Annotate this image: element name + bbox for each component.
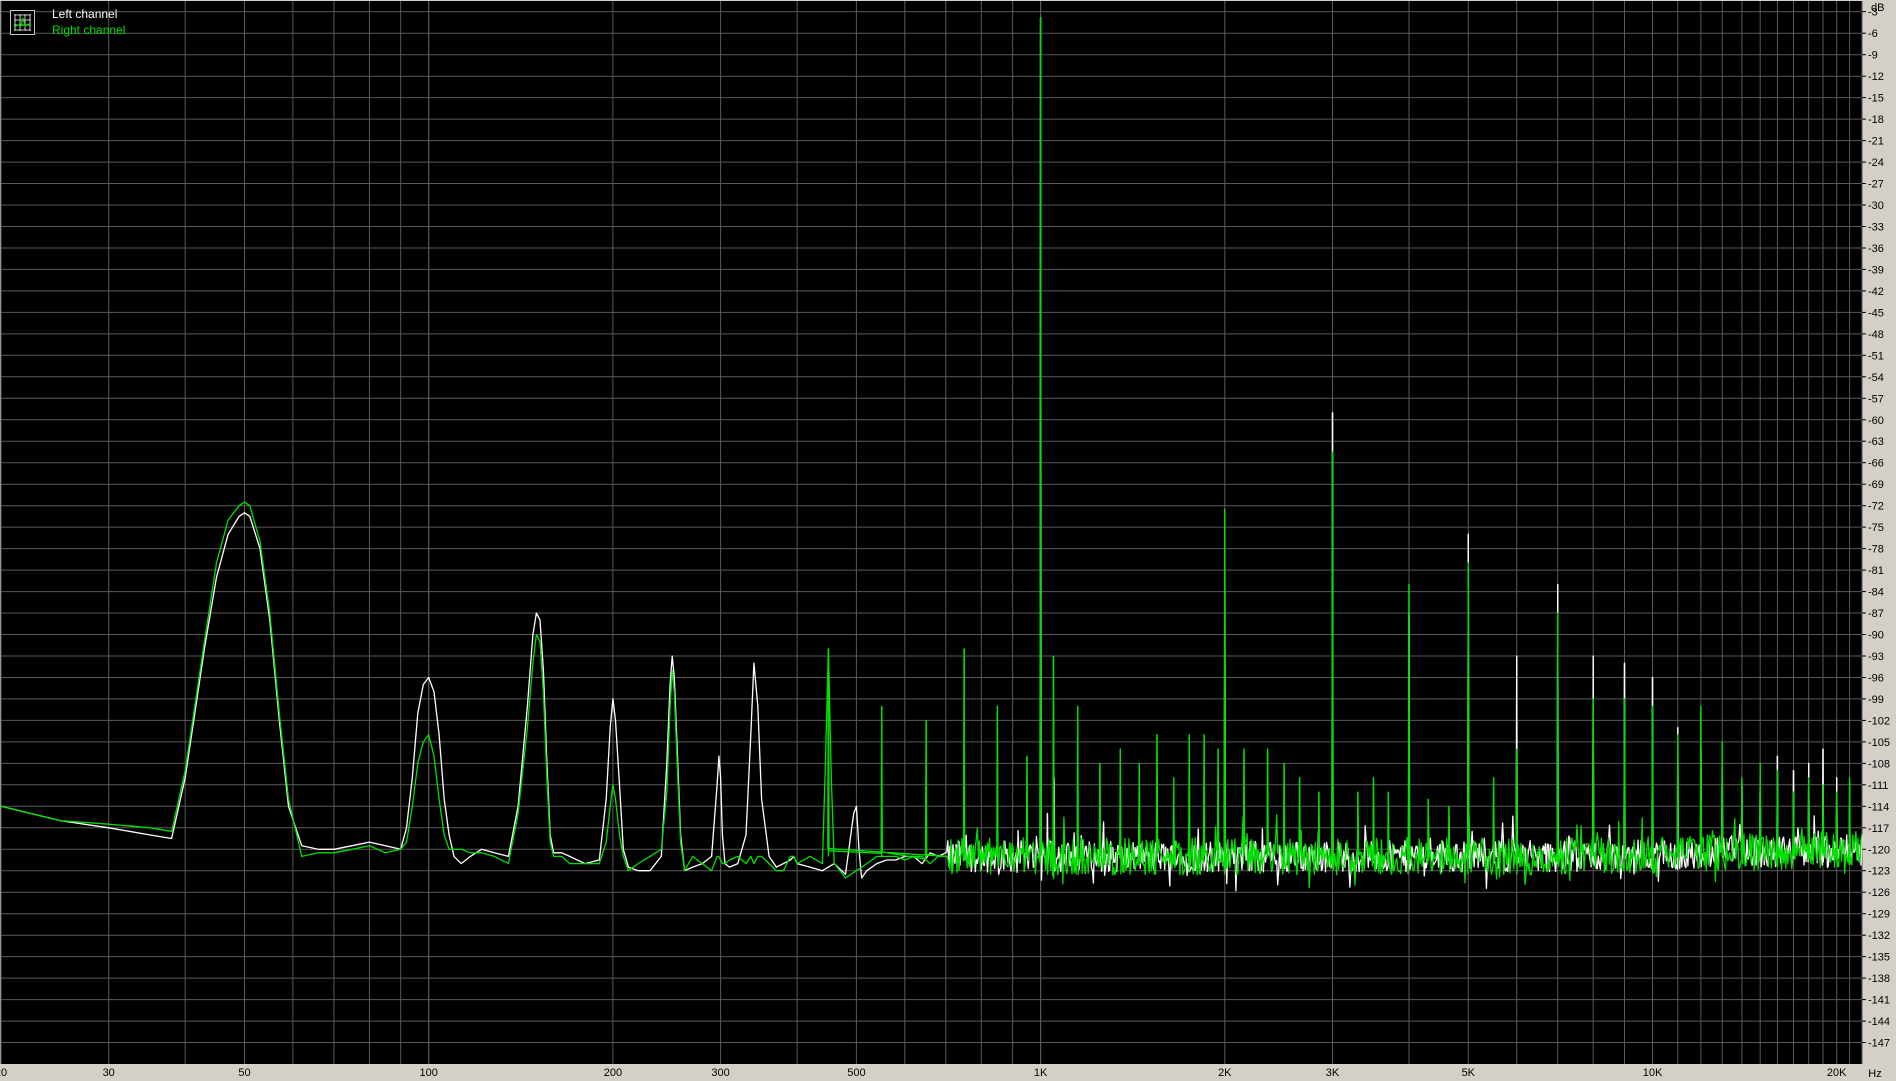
y-tick-label: -96 [1868, 673, 1884, 685]
y-tick-label: -114 [1868, 801, 1889, 813]
y-tick-label: -93 [1868, 651, 1884, 663]
y-tick-label: -81 [1868, 565, 1884, 577]
legend-entry-right-channel: Right channel [52, 23, 125, 37]
y-tick-label: -63 [1868, 436, 1884, 448]
y-tick-label: -147 [1868, 1038, 1890, 1050]
x-tick-label: 100 [420, 1067, 438, 1079]
y-tick-label: -138 [1868, 973, 1890, 985]
x-tick-label: 20 [0, 1067, 7, 1079]
y-tick-label: -42 [1868, 286, 1884, 298]
x-tick-label: 1K [1034, 1067, 1048, 1079]
y-tick-label: -36 [1868, 243, 1884, 255]
y-tick-label: -54 [1868, 372, 1884, 384]
y-tick-label: -48 [1868, 329, 1884, 341]
y-tick-label: -144 [1868, 1016, 1890, 1028]
x-tick-label: 200 [604, 1067, 622, 1079]
x-tick-label: 20K [1827, 1067, 1847, 1079]
y-tick-label: -75 [1868, 522, 1884, 534]
y-tick-label: -105 [1868, 737, 1890, 749]
y-tick-label: -123 [1868, 866, 1890, 878]
y-tick-label: -90 [1868, 630, 1884, 642]
y-tick-label: -30 [1868, 200, 1884, 212]
y-tick-label: -60 [1868, 415, 1884, 427]
y-tick-label: -27 [1868, 179, 1884, 191]
y-tick-label: -24 [1868, 157, 1884, 169]
x-tick-label: 500 [847, 1067, 865, 1079]
fft-spectrum-chart: -3-6-9-12-15-18-21-24-27-30-33-36-39-42-… [0, 1, 1890, 1080]
y-tick-label: -135 [1868, 952, 1890, 964]
y-tick-label: -18 [1868, 114, 1884, 126]
legend-entry-left-channel: Left channel [52, 7, 117, 21]
y-tick-label: -141 [1868, 995, 1890, 1007]
y-tick-label: -15 [1868, 93, 1884, 105]
y-tick-label: -69 [1868, 479, 1884, 491]
x-tick-label: 3K [1326, 1067, 1340, 1079]
y-tick-label: -33 [1868, 222, 1884, 234]
x-tick-label: 5K [1462, 1067, 1476, 1079]
y-tick-label: -102 [1868, 715, 1890, 727]
y-tick-label: -39 [1868, 264, 1884, 276]
y-tick-label: -6 [1868, 28, 1878, 40]
y-tick-label: -108 [1868, 758, 1890, 770]
y-tick-label: -129 [1868, 909, 1890, 921]
y-tick-label: -120 [1868, 844, 1890, 856]
x-unit-label: Hz [1868, 1068, 1881, 1080]
x-tick-label: 300 [711, 1067, 729, 1079]
legend-icon-frame [10, 10, 35, 35]
y-axis: -3-6-9-12-15-18-21-24-27-30-33-36-39-42-… [1862, 2, 1890, 1050]
y-tick-label: -78 [1868, 544, 1884, 556]
plot-area [1, 1, 1862, 1064]
y-tick-label: -45 [1868, 307, 1884, 319]
x-tick-label: 2K [1218, 1067, 1232, 1079]
y-unit-label: dB [1871, 2, 1884, 14]
y-tick-label: -66 [1868, 458, 1884, 470]
x-axis: 20 30 50 100 200 300 500 1K 2K 3K 5K 10K 20K Hz [0, 1067, 1882, 1080]
y-tick-label: -21 [1868, 136, 1884, 148]
x-tick-label: 30 [103, 1067, 115, 1079]
y-tick-label: -111 [1868, 780, 1888, 792]
y-tick-label: -117 [1868, 823, 1889, 835]
spectrum-grid-icon [10, 10, 35, 35]
y-tick-label: -72 [1868, 501, 1884, 513]
y-tick-label: -99 [1868, 694, 1884, 706]
y-tick-label: -84 [1868, 587, 1884, 599]
x-tick-label: 10K [1643, 1067, 1663, 1079]
y-tick-label: -51 [1868, 350, 1884, 362]
y-tick-label: -9 [1868, 50, 1878, 62]
y-tick-label: -57 [1868, 393, 1884, 405]
y-tick-label: -132 [1868, 930, 1890, 942]
x-tick-label: 50 [238, 1067, 250, 1079]
y-tick-label: -12 [1868, 71, 1884, 83]
y-tick-label: -126 [1868, 887, 1890, 899]
y-tick-label: -87 [1868, 608, 1884, 620]
